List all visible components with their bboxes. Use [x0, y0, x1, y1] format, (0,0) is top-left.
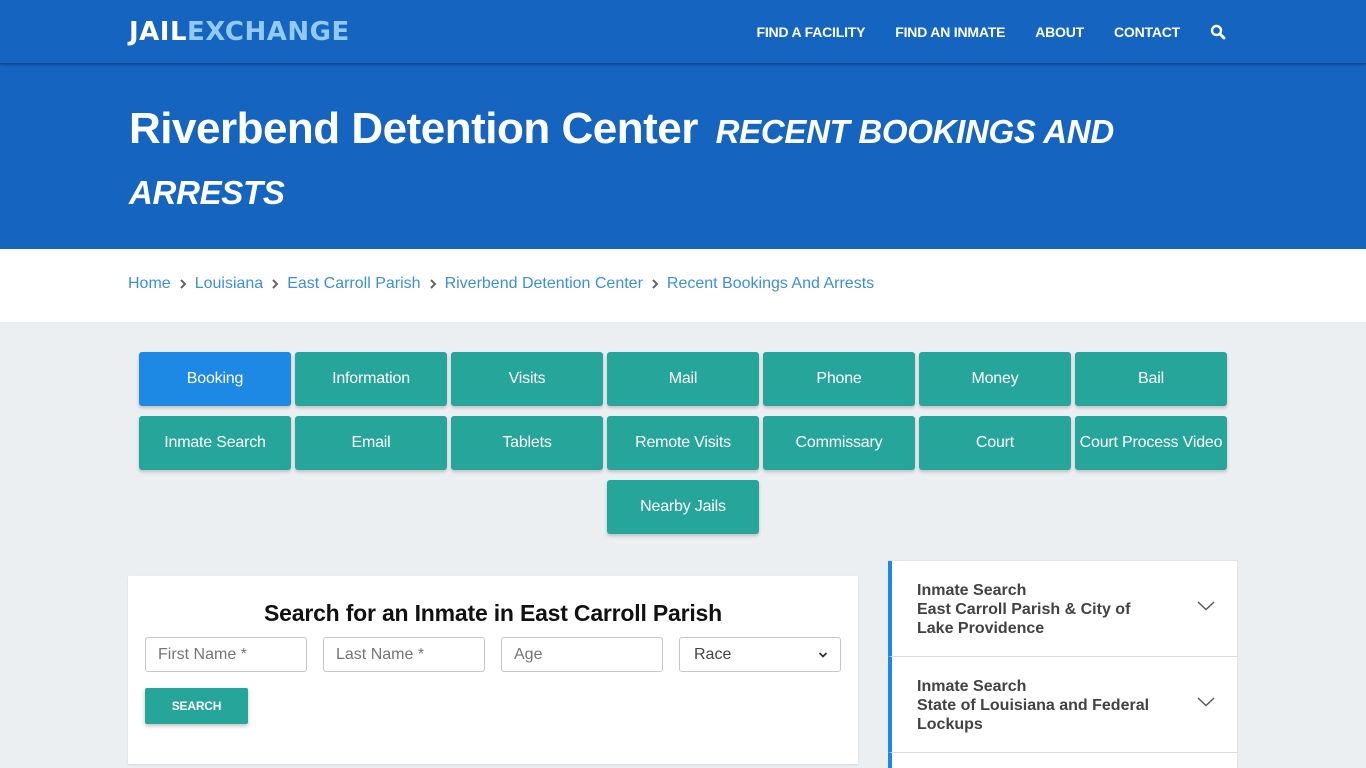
site-logo[interactable]: JAILEXCHANGE: [129, 17, 350, 47]
breadcrumb: Home Louisiana East Carroll Parish River…: [128, 275, 874, 293]
race-select[interactable]: Race: [679, 637, 841, 672]
chevron-down-icon[interactable]: [1197, 601, 1215, 611]
tile-visits[interactable]: Visits: [451, 352, 603, 406]
search-button[interactable]: SEARCH: [145, 688, 248, 724]
nav-links: FIND A FACILITY FIND AN INMATE ABOUT CON…: [727, 0, 1226, 64]
nav-contact[interactable]: CONTACT: [1114, 24, 1180, 40]
tile-court[interactable]: Court: [919, 416, 1071, 470]
nav-find-facility[interactable]: FIND A FACILITY: [757, 24, 866, 40]
chevron-right-icon: [421, 278, 445, 290]
age-input[interactable]: [501, 637, 663, 672]
facility-name: Riverbend Detention Center: [129, 104, 698, 153]
tile-remote-visits[interactable]: Remote Visits: [607, 416, 759, 470]
accordion-item-parish-search[interactable]: Inmate Search East Carroll Parish & City…: [888, 561, 1237, 657]
logo-jail: JAIL: [129, 17, 188, 47]
nav-find-inmate[interactable]: FIND AN INMATE: [895, 24, 1005, 40]
tile-court-process-video[interactable]: Court Process Video: [1075, 416, 1227, 470]
tile-mail[interactable]: Mail: [607, 352, 759, 406]
logo-exchange: EXCHANGE: [187, 17, 350, 47]
breadcrumb-facility[interactable]: Riverbend Detention Center: [445, 275, 643, 293]
accordion-item-title: Inmate Search: [917, 678, 1027, 695]
accordion-item-next[interactable]: [888, 753, 1237, 768]
chevron-right-icon: [171, 278, 195, 290]
breadcrumb-state[interactable]: Louisiana: [195, 275, 264, 293]
tile-booking[interactable]: Booking: [139, 352, 291, 406]
chevron-right-icon: [643, 278, 667, 290]
tile-tablets[interactable]: Tablets: [451, 416, 603, 470]
first-name-input[interactable]: [145, 637, 307, 672]
inmate-search-card: Search for an Inmate in East Carroll Par…: [128, 576, 858, 764]
breadcrumb-bar: Home Louisiana East Carroll Parish River…: [0, 249, 1366, 322]
page-title: Riverbend Detention Center RECENT BOOKIN…: [129, 100, 1169, 222]
accordion-item-label: Inmate Search State of Louisiana and Fed…: [917, 677, 1167, 734]
chevron-right-icon: [263, 278, 287, 290]
tile-information[interactable]: Information: [295, 352, 447, 406]
accordion-item-state-search[interactable]: Inmate Search State of Louisiana and Fed…: [888, 657, 1237, 753]
accordion-item-subtitle: East Carroll Parish & City of Lake Provi…: [917, 601, 1131, 637]
facility-nav-tiles: Booking Information Visits Mail Phone Mo…: [137, 352, 1229, 544]
chevron-down-icon: [818, 646, 828, 664]
search-card-title: Search for an Inmate in East Carroll Par…: [264, 600, 722, 626]
tile-money[interactable]: Money: [919, 352, 1071, 406]
sidebar-accordion: Inmate Search East Carroll Parish & City…: [888, 560, 1238, 768]
top-navbar: JAILEXCHANGE FIND A FACILITY FIND AN INM…: [0, 0, 1366, 64]
race-select-value: Race: [694, 645, 732, 663]
breadcrumb-county[interactable]: East Carroll Parish: [287, 275, 420, 293]
nav-about[interactable]: ABOUT: [1035, 24, 1084, 40]
search-icon[interactable]: [1210, 24, 1226, 40]
breadcrumb-current[interactable]: Recent Bookings And Arrests: [667, 275, 874, 293]
accordion-item-label: Inmate Search East Carroll Parish & City…: [917, 581, 1167, 638]
breadcrumb-home[interactable]: Home: [128, 275, 171, 293]
tile-inmate-search[interactable]: Inmate Search: [139, 416, 291, 470]
accordion-item-subtitle: State of Louisiana and Federal Lockups: [917, 697, 1150, 733]
accordion-item-title: Inmate Search: [917, 582, 1027, 599]
tile-nearby-jails[interactable]: Nearby Jails: [607, 480, 759, 534]
page-hero: Riverbend Detention Center RECENT BOOKIN…: [0, 64, 1366, 249]
last-name-input[interactable]: [323, 637, 485, 672]
tile-bail[interactable]: Bail: [1075, 352, 1227, 406]
tile-email[interactable]: Email: [295, 416, 447, 470]
chevron-down-icon[interactable]: [1197, 697, 1215, 707]
tile-commissary[interactable]: Commissary: [763, 416, 915, 470]
tile-phone[interactable]: Phone: [763, 352, 915, 406]
